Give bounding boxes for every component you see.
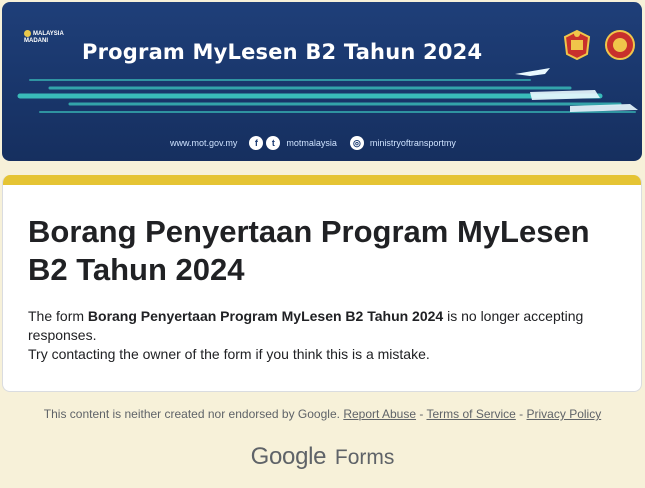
- google-forms-logo[interactable]: Google Forms: [0, 443, 645, 471]
- banner-title: Program MyLesen B2 Tahun 2024: [82, 40, 483, 64]
- form-name: Borang Penyertaan Program MyLesen B2 Tah…: [87, 308, 444, 324]
- terms-link[interactable]: Terms of Service: [426, 407, 515, 421]
- social-handle: motmalaysia: [286, 138, 337, 148]
- header-banner: MALAYSIA MADANI Program MyLesen B2 Tahun…: [2, 2, 642, 161]
- twitter-icon: t: [266, 136, 281, 150]
- contact-owner-text: Try contacting the owner of the form if …: [28, 346, 430, 362]
- privacy-link[interactable]: Privacy Policy: [527, 407, 602, 421]
- report-abuse-link[interactable]: Report Abuse: [343, 407, 416, 421]
- disclaimer-text: This content is neither created nor endo…: [43, 407, 340, 421]
- banner-footer: www.mot.gov.my f t motmalaysia ◎ ministr…: [170, 136, 466, 150]
- ministry-emblem-icon: [605, 30, 635, 60]
- form-closed-card: Borang Penyertaan Program MyLesen B2 Tah…: [2, 175, 642, 392]
- madani-logo: MALAYSIA MADANI: [24, 30, 64, 45]
- transport-speed-graphic: [17, 68, 638, 113]
- coat-of-arms-icon: [563, 29, 591, 61]
- instagram-handle: ministryoftransportmy: [369, 138, 456, 148]
- closed-message: The form Borang Penyertaan Program MyLes…: [28, 308, 584, 362]
- legal-footer: This content is neither created nor endo…: [43, 407, 602, 421]
- form-title: Borang Penyertaan Program MyLesen B2 Tah…: [28, 214, 590, 287]
- accent-bar: [3, 175, 641, 185]
- instagram-icon: ◎: [349, 136, 364, 150]
- website-text: www.mot.gov.my: [170, 138, 238, 148]
- facebook-icon: f: [249, 136, 264, 150]
